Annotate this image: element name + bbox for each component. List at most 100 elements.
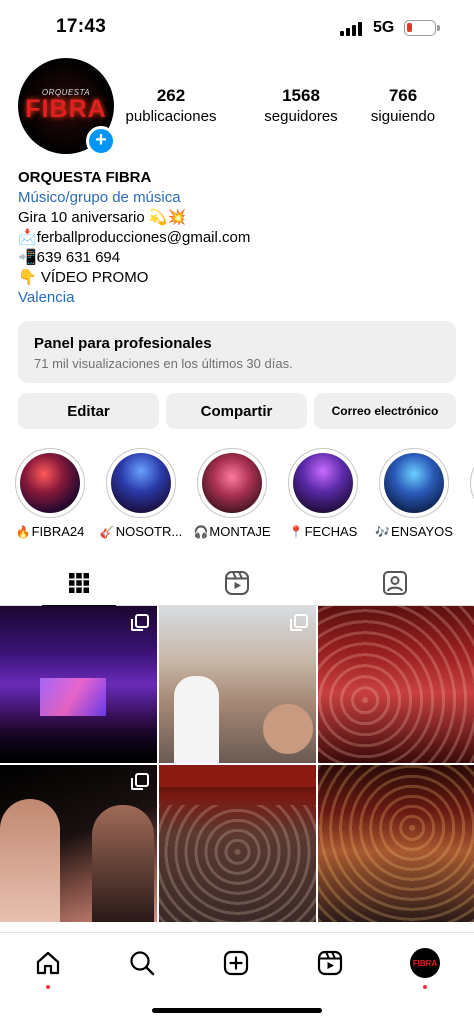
nav-home[interactable] <box>28 943 68 989</box>
person-shape <box>174 676 219 763</box>
battery-level <box>407 23 412 32</box>
tab-tagged[interactable] <box>316 560 474 606</box>
posts-grid <box>0 606 474 924</box>
highlight-ring <box>197 448 267 518</box>
status-bar: 17:43 5G <box>0 0 474 56</box>
avatar-text-big: FIBRA <box>25 95 107 123</box>
multiple-photos-icon <box>131 614 149 631</box>
highlight-label: 🎧 MONTAJE <box>193 524 271 539</box>
post-thumbnail[interactable] <box>318 606 474 763</box>
bio-phone: 📲639 631 694 <box>18 249 121 266</box>
pin-icon: 📍 <box>288 524 304 539</box>
nav-reels[interactable] <box>310 943 350 983</box>
grid-icon <box>69 573 89 593</box>
reels-icon <box>225 571 249 595</box>
posts-label: publicaciones <box>125 108 217 125</box>
highlight-ring <box>470 448 474 518</box>
bio-email: 📩ferballproducciones@gmail.com <box>18 229 251 246</box>
following-count: 766 <box>388 86 418 105</box>
signal-icon <box>340 22 364 36</box>
category-link[interactable]: Músico/grupo de música <box>18 188 458 208</box>
multiple-photos-icon <box>290 614 308 631</box>
highlight-label: 🎶 ENSAYOS <box>375 524 453 539</box>
highlight-ring <box>15 448 85 518</box>
face-shape <box>263 704 313 754</box>
network-label: 5G <box>373 19 395 36</box>
professional-dashboard[interactable]: Panel para profesionales 71 mil visualiz… <box>18 321 456 383</box>
notification-dot <box>46 985 50 989</box>
posts-stat[interactable]: 262 publicaciones <box>118 86 224 125</box>
location-link[interactable]: Valencia <box>18 288 458 308</box>
edit-profile-button[interactable]: Editar <box>18 393 159 429</box>
tab-posts[interactable] <box>0 560 158 607</box>
tab-reels[interactable] <box>158 560 316 606</box>
story-highlights: 🔥 FIBRA24 🎸 NOSOTR... 🎧 MONTAJE 📍 FECHAS 🎶 E <box>0 448 474 548</box>
nav-profile[interactable]: FIBRA <box>405 943 445 989</box>
highlight-fechas[interactable]: 📍 FECHAS <box>283 448 363 539</box>
headphones-icon: 🎧 <box>193 524 209 539</box>
highlight-montaje[interactable]: 🎧 MONTAJE <box>192 448 272 539</box>
bio: ORQUESTA FIBRA Músico/grupo de música Gi… <box>18 168 458 308</box>
music-notes-icon: 🎶 <box>375 524 391 539</box>
post-thumbnail[interactable] <box>318 765 474 922</box>
highlight-cover <box>20 453 80 513</box>
reels-icon <box>317 950 343 976</box>
highlight-label: 📍 FECHAS <box>288 524 358 539</box>
tagged-icon <box>383 571 407 595</box>
highlight-label: 🔥 FIBRA24 <box>15 524 85 539</box>
share-profile-button[interactable]: Compartir <box>166 393 307 429</box>
crowd-texture <box>318 606 474 763</box>
add-story-button[interactable]: + <box>86 126 116 156</box>
guitar-icon: 🎸 <box>99 524 115 539</box>
highlight-fibra24[interactable]: 🔥 FIBRA24 <box>10 448 90 539</box>
profile-tabs <box>0 560 474 607</box>
bio-line: 👇 VÍDEO PROMO <box>18 269 149 286</box>
highlight-ensayos[interactable]: 🎶 ENSAYOS <box>374 448 454 539</box>
bio-line: Gira 10 aniversario 💫💥 <box>18 209 187 226</box>
dashboard-title: Panel para profesionales <box>34 335 212 352</box>
highlight-cover <box>384 453 444 513</box>
email-button[interactable]: Correo electrónico <box>314 393 456 429</box>
highlight-ring <box>379 448 449 518</box>
highlight-nosotros[interactable]: 🎸 NOSOTR... <box>99 448 183 539</box>
create-icon <box>223 950 249 976</box>
highlight-label: 🎸 NOSOTR... <box>99 524 183 539</box>
post-thumbnail[interactable] <box>159 765 316 922</box>
followers-stat[interactable]: 1568 seguidores <box>244 86 358 125</box>
profile-name: ORQUESTA FIBRA <box>18 169 152 186</box>
venue-ceiling <box>159 765 316 787</box>
highlight-cover <box>111 453 171 513</box>
posts-count: 262 <box>156 86 186 105</box>
following-stat[interactable]: 766 siguiendo <box>362 86 444 125</box>
dashboard-subtitle: 71 mil visualizaciones en los últimos 30… <box>34 356 293 371</box>
highlight-cover <box>293 453 353 513</box>
crowd-texture <box>159 805 316 922</box>
highlight-cover <box>202 453 262 513</box>
fire-icon: 🔥 <box>15 524 31 539</box>
post-thumbnail[interactable] <box>0 606 157 763</box>
followers-label: seguidores <box>264 108 338 125</box>
profile-avatar[interactable]: ORQUESTA FIBRA + <box>18 58 116 156</box>
nav-create[interactable] <box>216 943 256 983</box>
notification-dot <box>423 985 427 989</box>
highlight-ring <box>106 448 176 518</box>
post-thumbnail[interactable] <box>0 765 157 922</box>
highlight-ring <box>288 448 358 518</box>
highlight-partial[interactable] <box>465 448 474 518</box>
crowd-shadow <box>0 727 157 763</box>
singer-shape <box>92 805 154 922</box>
profile-avatar-icon: FIBRA <box>410 948 440 978</box>
crowd-texture <box>318 765 474 922</box>
nav-search[interactable] <box>122 943 162 983</box>
post-thumbnail[interactable] <box>159 606 316 763</box>
multiple-photos-icon <box>131 773 149 790</box>
status-time: 17:43 <box>56 16 107 37</box>
followers-count: 1568 <box>282 86 320 105</box>
stage-screen <box>40 678 106 716</box>
search-icon <box>130 951 155 976</box>
battery-icon <box>404 20 440 36</box>
home-indicator <box>152 1008 322 1013</box>
singer-shape <box>0 799 60 922</box>
home-icon <box>36 951 60 975</box>
following-label: siguiendo <box>370 108 436 125</box>
